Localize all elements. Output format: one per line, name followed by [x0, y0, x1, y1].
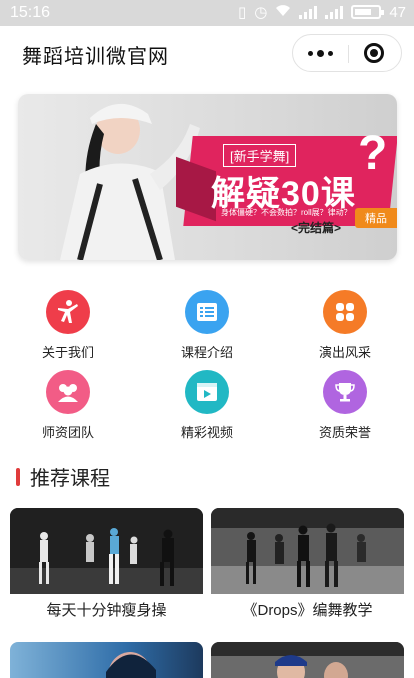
status-icons: ▯ ◷ 47 [237, 3, 406, 22]
course-thumbnail [106, 652, 156, 678]
section-title: 推荐课程 [30, 468, 110, 490]
battery-level: 47 [389, 3, 406, 21]
signal-icon-2 [325, 5, 344, 19]
team-icon [46, 370, 90, 414]
banner-headline: [新手学舞] [223, 144, 297, 167]
course-thumbnail [211, 642, 404, 678]
menu-label: 关于我们 [41, 345, 94, 360]
wifi-icon [275, 4, 291, 21]
menu-item-teachers[interactable]: 师资团队 [8, 370, 128, 441]
menu-label: 精彩视频 [180, 425, 233, 440]
status-time: 15:16 [10, 4, 51, 21]
flower-icon [323, 290, 367, 334]
banner-subtitle: 身体僵硬？不会数拍？roll展？律动？ [221, 208, 352, 217]
page-title: 舞蹈培训微官网 [22, 46, 169, 68]
more-dot-icon [308, 50, 313, 56]
nav-bar: 舞蹈培训微官网 [0, 26, 414, 80]
video-icon [185, 370, 229, 414]
more-dot-icon [317, 49, 324, 57]
menu-label: 师资团队 [41, 425, 94, 440]
dancer-icon [46, 290, 90, 334]
menu-item-honors[interactable]: 资质荣誉 [285, 370, 405, 441]
target-icon [363, 43, 384, 63]
course-name: 《Drops》编舞教学 [242, 601, 373, 619]
battery-icon [351, 5, 385, 19]
section-header: 推荐课程 [16, 462, 110, 491]
menu-label: 演出风采 [318, 345, 371, 360]
course-card[interactable]: 每天十分钟瘦身操 [10, 508, 203, 624]
banner-ending: <完结篇> [291, 221, 342, 235]
more-button[interactable] [293, 35, 348, 71]
close-button[interactable] [346, 35, 401, 71]
vibrate-icon: ▯ [237, 4, 247, 21]
menu-item-videos[interactable]: 精彩视频 [147, 370, 267, 441]
banner-tag: 精品 [355, 208, 397, 228]
course-thumbnail [211, 508, 404, 594]
menu-item-performances[interactable]: 演出风采 [285, 290, 405, 361]
signal-icon-1 [299, 5, 318, 19]
course-card[interactable]: 《Drops》编舞教学 [211, 508, 404, 624]
course-card[interactable] [10, 642, 203, 678]
course-thumbnail [10, 508, 203, 594]
question-mark-icon: ? [358, 127, 388, 180]
alarm-icon: ◷ [254, 4, 268, 21]
list-icon [185, 290, 229, 334]
menu-label: 资质荣誉 [318, 425, 371, 440]
menu-label: 课程介绍 [180, 345, 233, 360]
course-card[interactable] [211, 642, 404, 678]
section-accent-bar [16, 467, 20, 486]
status-bar: 15:16 ▯ ◷ 47 [0, 0, 414, 26]
menu-item-about[interactable]: 关于我们 [8, 290, 128, 361]
trophy-icon [323, 370, 367, 414]
mini-program-capsule [292, 34, 402, 72]
banner-carousel[interactable]: [新手学舞] 解疑30课 ? 身体僵硬？不会数拍？roll展？律动？ <完结篇>… [18, 94, 397, 260]
more-dot-icon [328, 50, 333, 56]
menu-item-courses[interactable]: 课程介绍 [147, 290, 267, 361]
course-name: 每天十分钟瘦身操 [46, 601, 167, 619]
